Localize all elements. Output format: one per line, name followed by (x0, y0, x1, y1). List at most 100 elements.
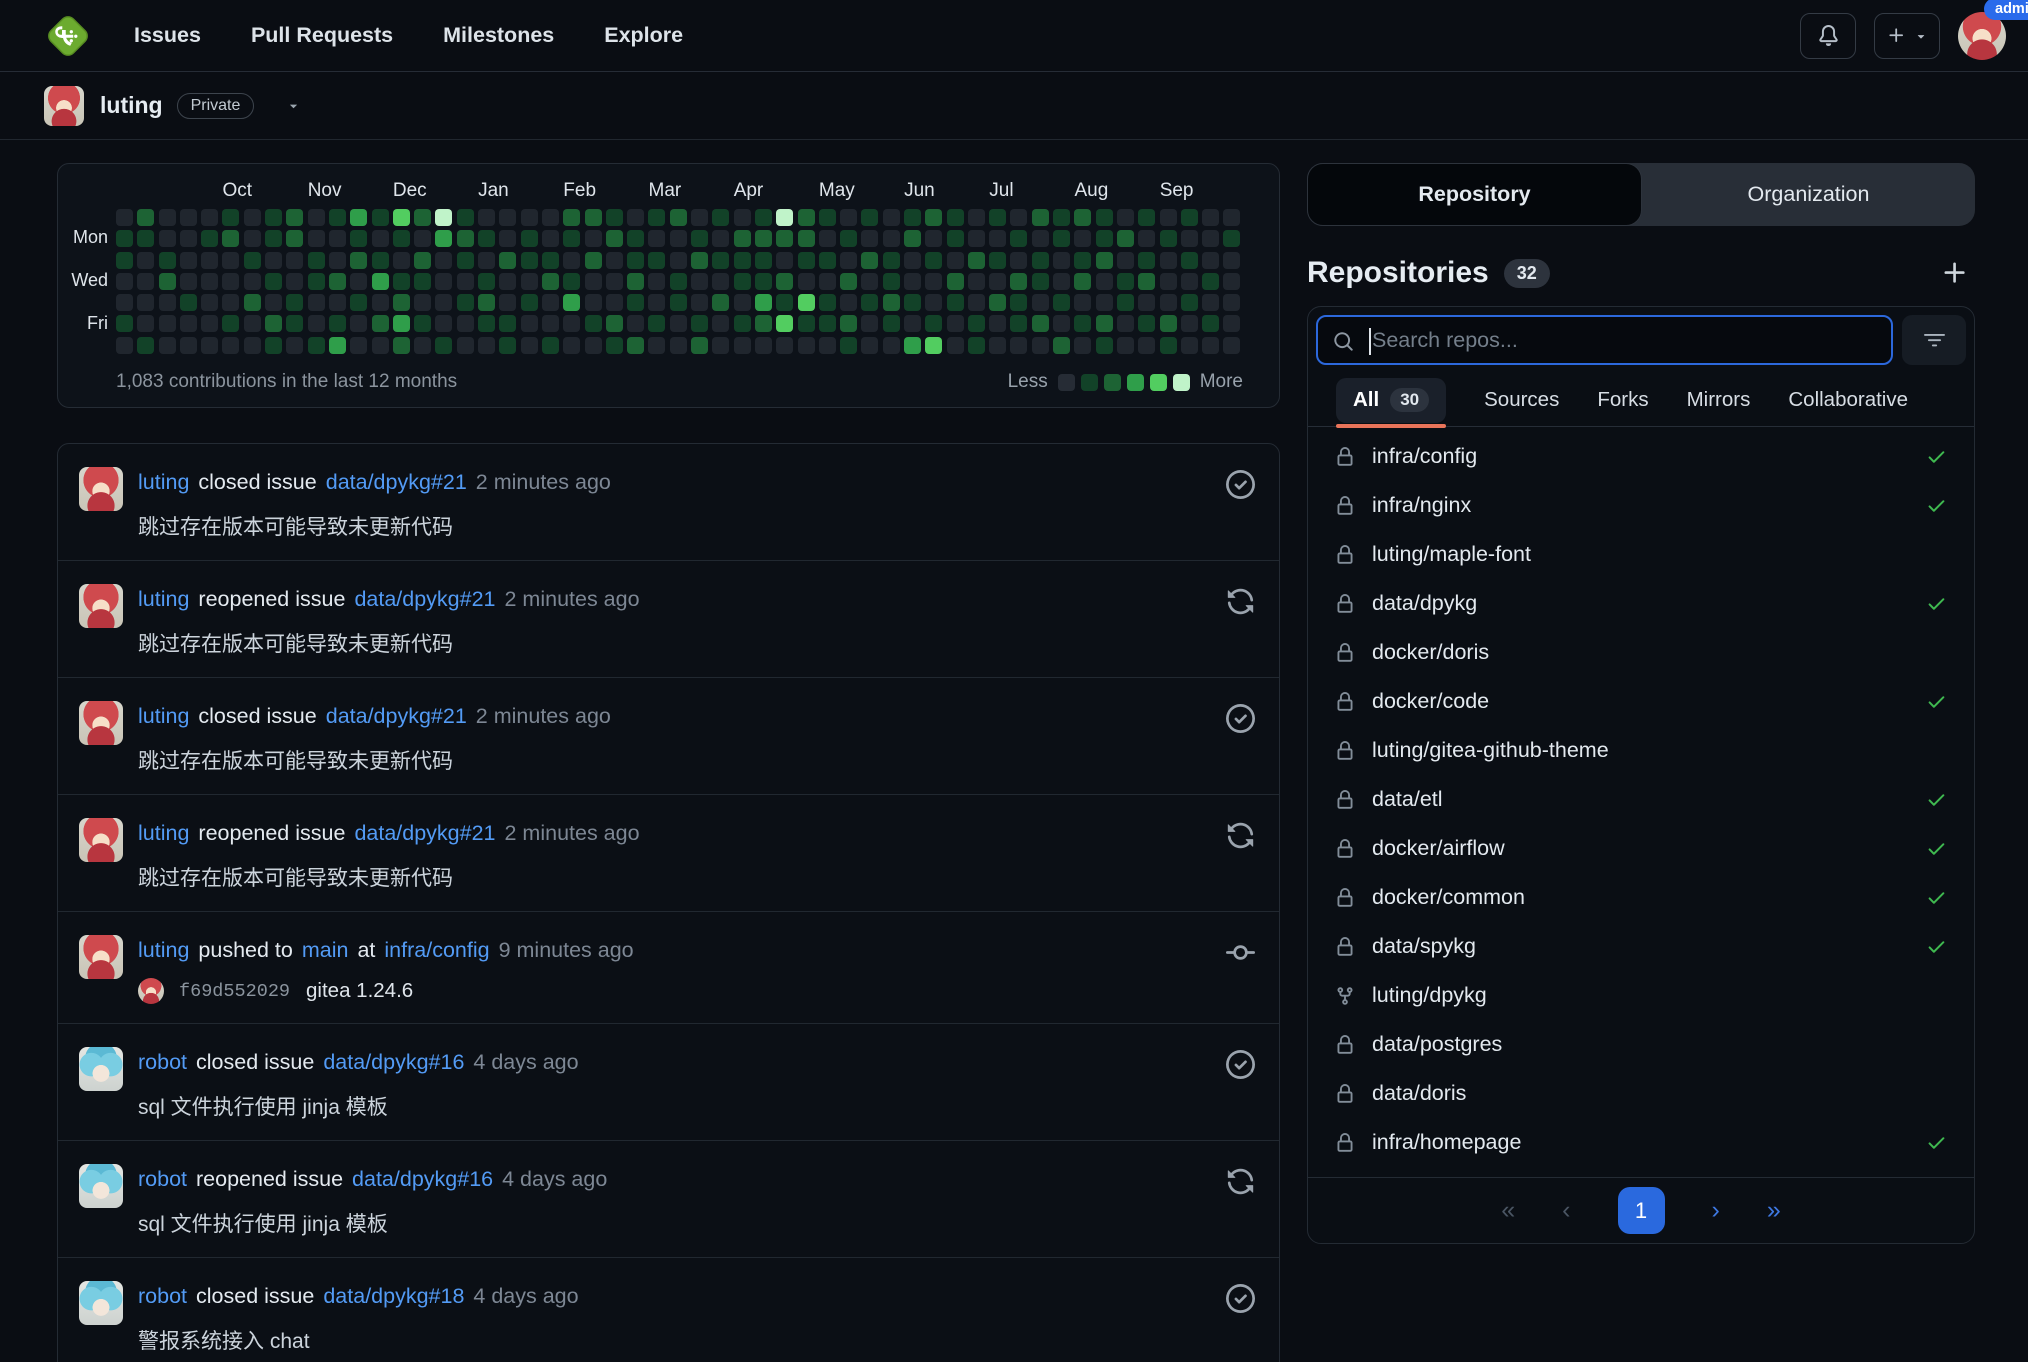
heatmap-cell (222, 336, 240, 354)
repo-name-link[interactable]: data/etl (1372, 787, 1443, 812)
check-icon (1926, 495, 1947, 516)
repo-list-item[interactable]: infra/nginx (1308, 481, 1974, 530)
repo-list-item[interactable]: luting/maple-font (1308, 530, 1974, 579)
feed-item-main: luting closed issue data/dpykg#21 2 minutes… (138, 467, 1211, 541)
heatmap-cell (371, 251, 389, 269)
repo-name-link[interactable]: infra/homepage (1372, 1130, 1521, 1155)
nav-link-milestones[interactable]: Milestones (443, 23, 554, 48)
repo-name-link[interactable]: luting/dpykg (1372, 983, 1487, 1008)
feed-link[interactable]: data/dpykg#21 (326, 701, 467, 731)
heatmap-cell (328, 336, 346, 354)
repo-name-link[interactable]: luting/gitea-github-theme (1372, 738, 1609, 763)
feed-link[interactable]: data/dpykg#21 (326, 467, 467, 497)
repo-filter-tab-mirrors[interactable]: Mirrors (1687, 388, 1751, 412)
context-switcher-caret-icon[interactable] (286, 98, 301, 113)
heatmap-cell (137, 230, 155, 248)
repo-list-item[interactable]: luting/dpykg (1308, 971, 1974, 1020)
feed-action-text: reopened issue (198, 587, 346, 611)
heatmap-cell (499, 315, 517, 333)
repo-name-link[interactable]: data/spykg (1372, 934, 1476, 959)
feed-item: luting reopened issue data/dpykg#21 2 minut… (58, 560, 1279, 677)
heatmap-cell (392, 315, 410, 333)
nav-link-pull-requests[interactable]: Pull Requests (251, 23, 393, 48)
commit-sha-link[interactable]: f69d552029 (179, 981, 290, 1002)
pagination-page-1[interactable]: 1 (1617, 1187, 1665, 1234)
repo-list-item[interactable]: docker/common (1308, 873, 1974, 922)
repo-list-item[interactable]: infra/config (1308, 432, 1974, 481)
repo-list-item[interactable]: data/etl (1308, 775, 1974, 824)
heatmap-cell (435, 294, 453, 312)
repo-list-item[interactable]: data/doris (1308, 1069, 1974, 1118)
repo-list-item[interactable]: data/postgres (1308, 1020, 1974, 1069)
feed-link[interactable]: main (302, 935, 349, 965)
feed-link[interactable]: data/dpykg#16 (352, 1164, 493, 1194)
lock-icon (1335, 839, 1355, 859)
repo-filter-tab-sources[interactable]: Sources (1484, 388, 1559, 412)
repo-list-item[interactable]: data/spykg (1308, 922, 1974, 971)
create-new-button[interactable] (1874, 12, 1940, 59)
heatmap-cell (116, 294, 133, 312)
heatmap-cell (605, 251, 623, 269)
feed-link[interactable]: data/dpykg#21 (354, 584, 495, 614)
heatmap-cell (541, 230, 559, 248)
heatmap-cell (414, 315, 432, 333)
feed-link[interactable]: robot (138, 1164, 187, 1194)
repo-search-input[interactable] (1372, 317, 1885, 363)
repo-name-link[interactable]: data/dpykg (1372, 591, 1477, 616)
nav-link-explore[interactable]: Explore (604, 23, 683, 48)
feed-link[interactable]: luting (138, 701, 189, 731)
repo-name-link[interactable]: luting/maple-font (1372, 542, 1531, 567)
repo-filter-button[interactable] (1902, 315, 1966, 365)
feed-link[interactable]: data/dpykg#16 (323, 1047, 464, 1077)
repo-list-item[interactable]: docker/airflow (1308, 824, 1974, 873)
repo-list-item[interactable]: data/dpykg (1308, 579, 1974, 628)
feed-link[interactable]: robot (138, 1281, 187, 1311)
heatmap-cell (691, 251, 709, 269)
feed-link[interactable]: data/dpykg#21 (354, 818, 495, 848)
user-menu[interactable]: admin (1958, 0, 2028, 60)
new-repository-button[interactable] (1941, 259, 1969, 287)
feed-item: luting pushed to main at infra/config 9 minut… (58, 911, 1279, 1023)
gitea-logo[interactable] (44, 12, 92, 60)
repo-name-link[interactable]: docker/doris (1372, 640, 1489, 665)
pagination-next[interactable]: › (1712, 1198, 1720, 1223)
heatmap-cell (605, 315, 623, 333)
feed-link[interactable]: robot (138, 1047, 187, 1077)
repo-filter-tab-forks[interactable]: Forks (1597, 388, 1648, 412)
repo-filter-tab-collaborative[interactable]: Collaborative (1788, 388, 1908, 412)
gitea-dashboard: Issues Pull Requests Milestones Explore adm… (0, 0, 2028, 1362)
feed-link[interactable]: luting (138, 584, 189, 614)
repo-list-item[interactable]: docker/doris (1308, 628, 1974, 677)
repo-list-item[interactable]: docker/code (1308, 677, 1974, 726)
repo-name-link[interactable]: docker/airflow (1372, 836, 1505, 861)
contribution-heatmap-card: 1,083 contributions in the last 12 month… (57, 163, 1280, 408)
feed-link[interactable]: data/dpykg#18 (323, 1281, 464, 1311)
heatmap-cell (1223, 230, 1241, 248)
repo-name-link[interactable]: infra/nginx (1372, 493, 1471, 518)
feed-avatar (79, 1281, 123, 1325)
heatmap-cell (563, 230, 581, 248)
pagination-last[interactable]: » (1767, 1198, 1781, 1223)
notifications-button[interactable] (1800, 12, 1856, 59)
repo-name-link[interactable]: data/doris (1372, 1081, 1466, 1106)
repo-name-link[interactable]: infra/config (1372, 444, 1477, 469)
feed-timestamp: 9 minutes ago (498, 938, 634, 962)
feed-link[interactable]: luting (138, 467, 189, 497)
feed-link[interactable]: infra/config (384, 935, 489, 965)
issue-closed-icon (1226, 1284, 1255, 1313)
heatmap-month-label: Sep (1159, 180, 1194, 201)
tab-repository[interactable]: Repository (1307, 163, 1642, 226)
nav-link-issues[interactable]: Issues (134, 23, 201, 48)
heatmap-month-label: Dec (392, 180, 427, 201)
feed-link[interactable]: luting (138, 818, 189, 848)
repo-filter-tab-all[interactable]: All 30 (1336, 377, 1447, 428)
repo-list-item[interactable]: infra/homepage (1308, 1118, 1974, 1167)
context-username[interactable]: luting (100, 92, 163, 119)
repo-name-link[interactable]: docker/common (1372, 885, 1525, 910)
repo-list-item[interactable]: luting/gitea-github-theme (1308, 726, 1974, 775)
tab-organization[interactable]: Organization (1642, 163, 1975, 226)
pagination-prev: ‹ (1562, 1196, 1571, 1224)
feed-link[interactable]: luting (138, 935, 189, 965)
repo-name-link[interactable]: docker/code (1372, 689, 1489, 714)
repo-name-link[interactable]: data/postgres (1372, 1032, 1502, 1057)
